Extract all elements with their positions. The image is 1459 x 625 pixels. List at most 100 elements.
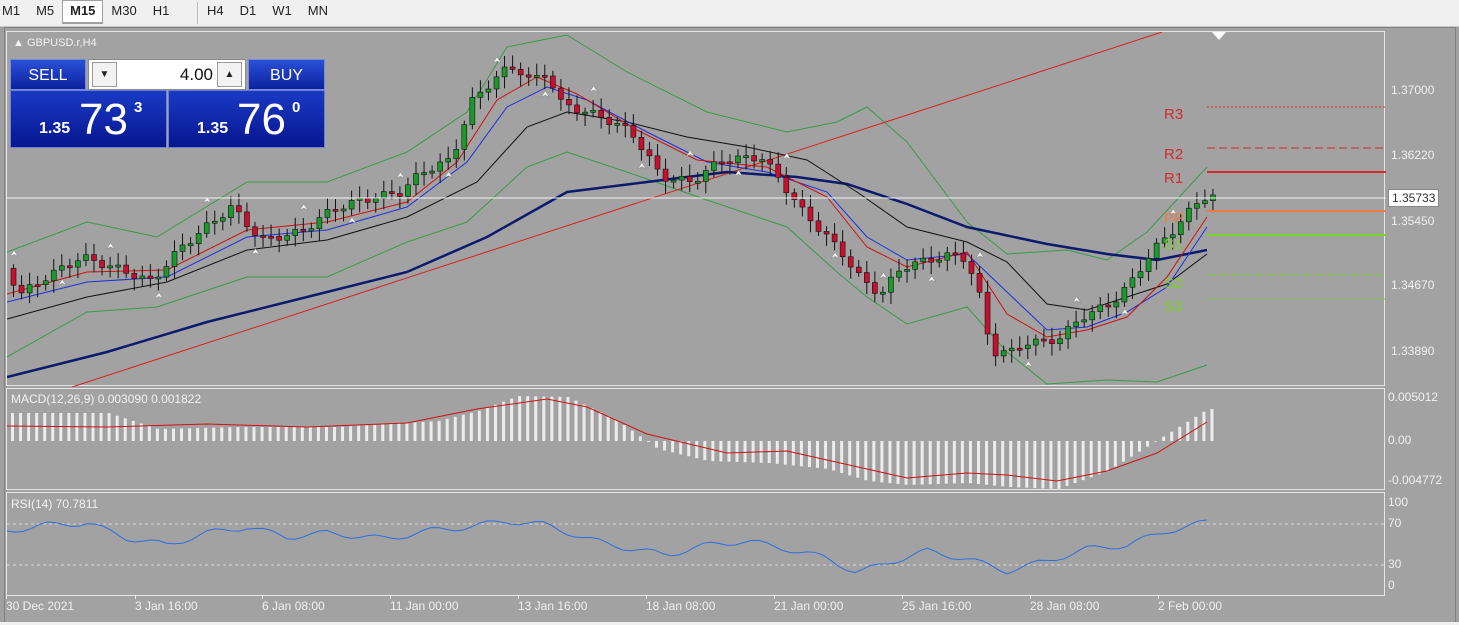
- macd-histogram-bar: [1041, 441, 1045, 489]
- candle-body: [203, 222, 210, 234]
- macd-histogram-bar: [848, 441, 852, 476]
- candle-body: [276, 236, 282, 241]
- macd-histogram-bar: [453, 416, 457, 441]
- timeframe-button-m30[interactable]: M30: [103, 0, 144, 24]
- macd-axis: 0.005012 0.00 -0.004772: [1385, 388, 1455, 490]
- candle-body: [26, 284, 33, 294]
- candle-body: [1041, 338, 1047, 342]
- sell-button[interactable]: SELL: [10, 59, 86, 90]
- macd-histogram-bar: [308, 427, 312, 441]
- timeframe-button-m15[interactable]: M15: [62, 0, 104, 24]
- macd-histogram-bar: [816, 441, 819, 468]
- macd-label: MACD(12,26,9) 0.003090 0.001822: [11, 392, 202, 406]
- candle-body: [356, 198, 363, 201]
- lot-increase-button[interactable]: ▲: [217, 62, 242, 87]
- time-axis-tick: [774, 595, 775, 599]
- time-axis-tick: [1030, 595, 1031, 599]
- candle-body: [147, 275, 154, 279]
- sell-price-button[interactable]: 1.35 73 3: [10, 90, 167, 148]
- timeframe-button-h4[interactable]: H4: [199, 0, 232, 24]
- macd-histogram-bar: [614, 419, 618, 441]
- macd-histogram-bar: [695, 441, 699, 459]
- candle-body: [574, 104, 580, 114]
- macd-histogram-bar: [244, 427, 248, 441]
- candle-body: [976, 273, 983, 293]
- time-axis: 30 Dec 2021 3 Jan 16:00 6 Jan 08:00 11 Jan …: [6, 595, 1385, 621]
- collapse-triangle-icon[interactable]: ▲: [13, 37, 24, 49]
- macd-histogram-bar: [1097, 441, 1101, 475]
- macd-histogram-bar: [928, 441, 932, 485]
- timeframe-button-d1[interactable]: D1: [232, 0, 265, 24]
- macd-histogram-bar: [574, 400, 578, 441]
- candle-body: [1194, 203, 1200, 209]
- price-axis[interactable]: 1.37000 1.36220 1.35450 1.34670 1.33890 …: [1385, 31, 1455, 386]
- lot-size-value[interactable]: 4.00: [180, 65, 213, 85]
- buy-button[interactable]: BUY: [248, 59, 325, 90]
- macd-histogram-bar: [791, 441, 795, 466]
- macd-histogram-bar: [783, 441, 787, 465]
- timeframe-group-minutes: M1 M5 M15 M30 H1: [0, 0, 177, 26]
- macd-histogram-bar: [357, 425, 361, 441]
- macd-histogram-bar: [437, 420, 441, 441]
- candle-body: [1113, 301, 1120, 308]
- macd-histogram-bar: [622, 425, 626, 441]
- time-axis-label: 6 Jan 08:00: [262, 599, 325, 613]
- candle-body: [590, 109, 596, 113]
- candle-body: [139, 275, 146, 279]
- candle-body: [171, 251, 178, 267]
- toolbar-divider: [197, 2, 198, 24]
- time-axis-tick: [390, 595, 391, 599]
- candle-body: [920, 257, 926, 263]
- buy-price-button[interactable]: 1.35 76 0: [168, 90, 325, 148]
- candle-body: [244, 211, 250, 228]
- timeframe-button-h1[interactable]: H1: [145, 0, 178, 24]
- fractal-marker-icon: [57, 278, 67, 286]
- macd-histogram-bar: [1057, 441, 1061, 489]
- macd-histogram-bar: [655, 441, 658, 448]
- candle-body: [904, 269, 910, 272]
- candle-body: [493, 76, 500, 90]
- candle-body: [1000, 350, 1007, 357]
- candle-body: [1121, 286, 1128, 303]
- candle-body: [1202, 200, 1208, 204]
- macd-histogram-bar: [43, 413, 47, 441]
- candle-body: [1049, 339, 1055, 345]
- lot-size-field[interactable]: ▼ 4.00 ▲: [88, 59, 246, 90]
- candle-body: [469, 97, 476, 125]
- time-axis-tick: [6, 595, 7, 599]
- candle-body: [533, 75, 540, 78]
- timeframe-button-mn[interactable]: MN: [300, 0, 336, 24]
- rsi-axis: 100 70 30 0: [1385, 492, 1455, 596]
- rsi-chart-svg: [7, 519, 1386, 575]
- macd-histogram-bar: [11, 413, 14, 441]
- candle-body: [743, 155, 749, 158]
- timeframe-button-m1[interactable]: M1: [0, 0, 28, 24]
- candle-body: [308, 228, 315, 232]
- timeframe-button-w1[interactable]: W1: [264, 0, 300, 24]
- candle-body: [372, 198, 379, 203]
- macd-histogram-bar: [477, 410, 481, 441]
- macd-histogram-bar: [461, 414, 465, 441]
- macd-histogram-bar: [469, 412, 473, 441]
- macd-histogram-bar: [19, 413, 23, 441]
- fractal-marker-icon: [927, 275, 937, 283]
- lot-decrease-button[interactable]: ▼: [92, 62, 117, 87]
- candle-body: [67, 265, 73, 269]
- timeframe-button-m5[interactable]: M5: [28, 0, 62, 24]
- macd-histogram-bar: [912, 441, 916, 485]
- candle-body: [1081, 319, 1087, 323]
- time-axis-tick: [135, 595, 136, 599]
- candle-body: [195, 233, 202, 244]
- candle-body: [928, 257, 935, 263]
- symbol-label: ▲ GBPUSD.r,H4: [13, 37, 97, 49]
- macd-panel[interactable]: [6, 388, 1385, 490]
- chart-shift-marker-icon[interactable]: [1212, 32, 1226, 40]
- rsi-axis-label: 70: [1388, 516, 1402, 530]
- candle-body: [211, 220, 218, 224]
- pivot-label-r1: R1: [1164, 170, 1184, 187]
- fractal-marker-icon: [106, 242, 116, 250]
- macd-histogram-bar: [1210, 409, 1214, 441]
- candle-body: [646, 149, 653, 157]
- time-axis-label: 28 Jan 08:00: [1030, 599, 1100, 613]
- rsi-panel[interactable]: [6, 492, 1386, 596]
